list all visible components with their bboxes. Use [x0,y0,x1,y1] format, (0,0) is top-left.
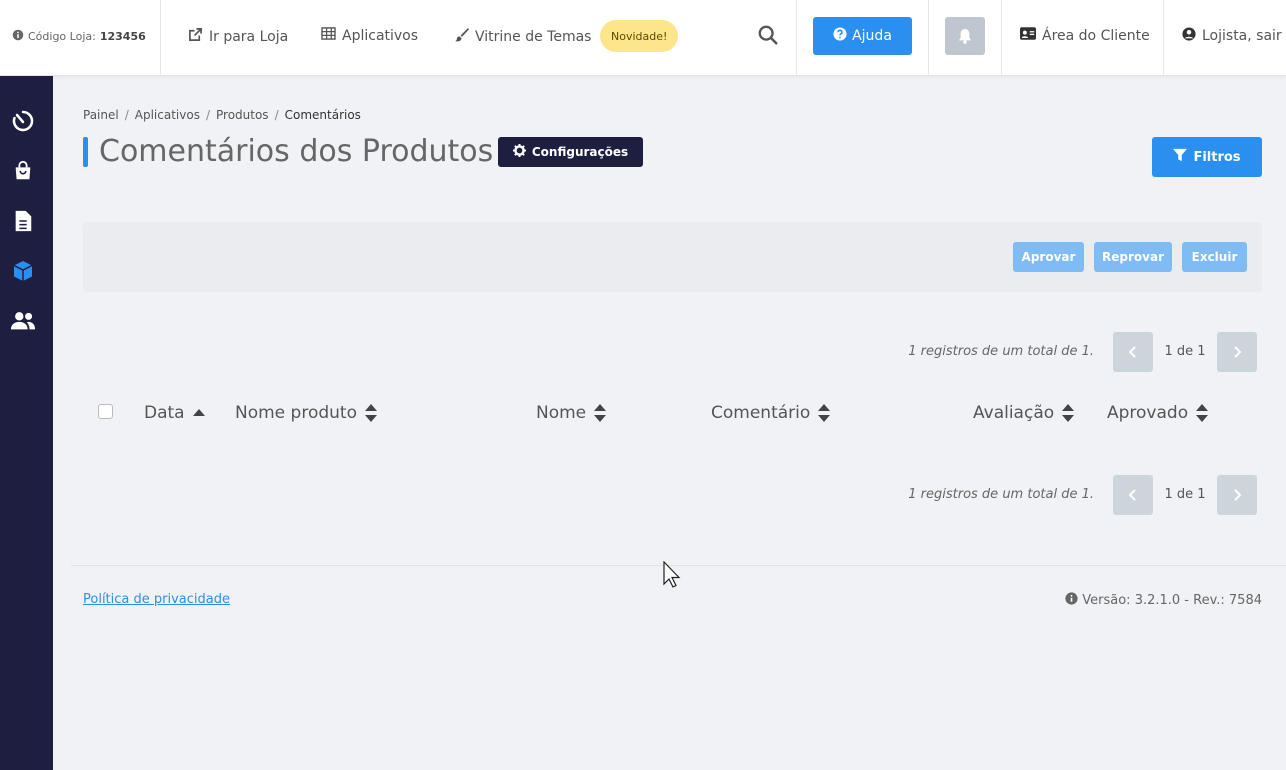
divider [160,0,161,76]
store-code-label: Código Loja: [28,30,96,43]
id-card-icon [1020,27,1036,44]
delete-button[interactable]: Excluir [1182,242,1247,272]
configurations-button[interactable]: Configurações [498,137,643,167]
version-label: Versão: 3.2.1.0 - Rev.: 7584 [1082,593,1262,608]
divider [796,0,797,76]
breadcrumb-item[interactable]: Aplicativos [135,108,200,122]
column-label: Comentário [711,403,811,423]
chevron-right-icon [1234,489,1242,501]
select-all-checkbox[interactable] [98,404,113,419]
breadcrumb-separator: / [124,108,129,122]
users-icon[interactable] [10,308,36,334]
configurations-label: Configurações [531,145,629,159]
apps-link[interactable]: Aplicativos [321,27,418,44]
search-button[interactable] [757,24,781,48]
dashboard-icon[interactable] [10,108,36,134]
store-link-label: Ir para Loja [209,28,289,45]
new-badge: Novidade! [600,20,679,52]
chevron-left-icon [1128,489,1136,501]
prev-page-button[interactable] [1113,332,1153,372]
column-header-approved[interactable]: Aprovado [1107,403,1209,423]
themes-link[interactable]: Vitrine de Temas [454,27,591,46]
sort-icon [818,404,831,422]
logout-link[interactable]: Lojista, sair [1182,27,1282,45]
column-header-product-name[interactable]: Nome produto [235,403,377,423]
version-info: Versão: 3.2.1.0 - Rev.: 7584 [1065,592,1262,609]
mouse-cursor-icon [663,560,683,593]
brush-icon [454,27,469,46]
divider [1163,0,1164,76]
sort-icon [1196,404,1209,422]
client-area-label: Área do Cliente [1042,27,1150,44]
prev-page-button[interactable] [1113,475,1153,515]
question-icon [833,27,847,45]
column-label: Aprovado [1107,403,1189,423]
search-icon [758,25,778,45]
page-title: Comentários dos Produtos [99,134,494,169]
client-area-link[interactable]: Área do Cliente [1020,27,1150,44]
apps-link-label: Aplicativos [342,27,419,44]
column-label: Avaliação [973,403,1055,423]
column-label: Nome [536,403,587,423]
approve-button[interactable]: Aprovar [1013,242,1084,272]
breadcrumb-item[interactable]: Painel [83,108,119,122]
help-label: Ajuda [852,28,892,44]
store-link[interactable]: Ir para Loja [188,27,288,46]
sort-icon [1062,404,1075,422]
privacy-policy-link[interactable]: Política de privacidade [83,592,230,607]
breadcrumb-current: Comentários [284,108,361,122]
column-header-rating[interactable]: Avaliação [973,403,1075,423]
help-button[interactable]: Ajuda [813,17,912,55]
column-label: Data [144,403,185,423]
chevron-right-icon [1234,346,1242,358]
sort-icon [364,404,377,422]
bell-icon [958,29,972,44]
title-accent [83,137,88,167]
records-summary: 1 registros de um total de 1. [908,487,1094,502]
document-icon[interactable] [10,208,36,234]
breadcrumb: Painel / Aplicativos / Produtos / Coment… [83,108,361,122]
sort-asc-icon [192,409,205,416]
column-label: Nome produto [235,403,357,423]
breadcrumb-separator: / [205,108,210,122]
logout-label: Lojista, sair [1202,28,1282,44]
user-circle-icon [1182,27,1196,45]
sidebar [0,0,53,770]
next-page-button[interactable] [1217,475,1257,515]
info-icon [1065,592,1078,609]
divider [928,0,929,76]
page-indicator: 1 de 1 [1164,487,1206,502]
filters-button[interactable]: Filtros [1152,137,1262,177]
next-page-button[interactable] [1217,332,1257,372]
sort-icon [594,404,607,422]
top-bar: Código Loja: 123456 Ir para Loja Aplicat… [0,0,1286,76]
box-icon[interactable] [10,258,36,284]
breadcrumb-separator: / [274,108,279,122]
info-icon [12,29,24,44]
records-summary: 1 registros de um total de 1. [908,344,1094,359]
column-header-comment[interactable]: Comentário [711,403,831,423]
divider [1001,0,1002,76]
filters-label: Filtros [1193,149,1241,165]
column-header-name[interactable]: Nome [536,403,607,423]
filter-icon [1173,148,1188,166]
notifications-button[interactable] [945,17,985,55]
store-code: Código Loja: 123456 [12,29,146,44]
reject-button[interactable]: Reprovar [1094,242,1172,272]
themes-link-label: Vitrine de Temas [475,28,592,45]
external-link-icon [188,27,203,46]
bulk-actions-panel [83,222,1262,292]
chevron-left-icon [1128,346,1136,358]
shopping-bag-icon[interactable] [10,158,36,184]
grid-icon [321,27,336,44]
store-code-value: 123456 [99,30,146,43]
breadcrumb-item[interactable]: Produtos [216,108,269,122]
column-header-date[interactable]: Data [144,403,205,423]
gear-icon [512,144,526,160]
page-indicator: 1 de 1 [1164,344,1206,359]
